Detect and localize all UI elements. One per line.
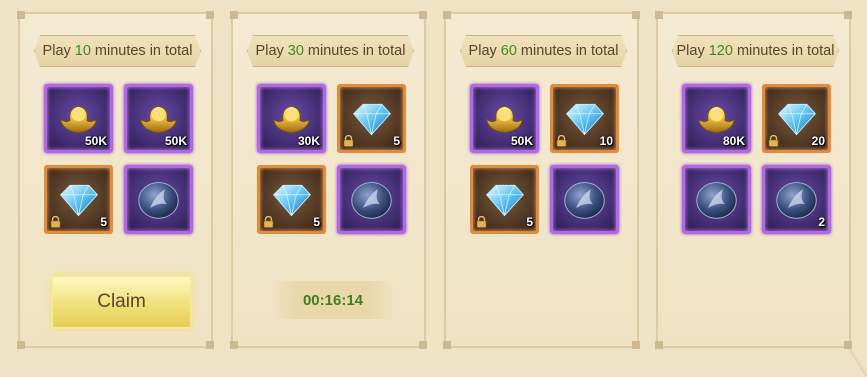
item-quantity: 5 <box>526 215 533 229</box>
minutes-value: 120 <box>708 43 733 59</box>
lock-icon <box>50 216 61 228</box>
reward-item-slot[interactable]: 10 <box>550 84 619 153</box>
title-suffix: minutes in total <box>94 43 193 59</box>
item-quantity: 50K <box>84 134 107 148</box>
panel-title: Play 60 minutes in total <box>460 35 627 67</box>
item-quantity: 20 <box>811 134 825 148</box>
title-suffix: minutes in total <box>307 43 406 59</box>
panel-title: Play 120 minutes in total <box>672 35 839 67</box>
reward-item-slot[interactable]: 5 <box>257 165 326 234</box>
panel-title: Play 10 minutes in total <box>34 35 201 67</box>
reward-item-slot[interactable]: 30K <box>257 84 326 153</box>
title-suffix: minutes in total <box>736 43 835 59</box>
reward-item-slot[interactable]: 5 <box>470 165 539 234</box>
reward-item-slot[interactable] <box>124 165 193 234</box>
title-prefix: Play <box>255 43 284 59</box>
item-quantity: 50K <box>164 134 187 148</box>
panel-title: Play 30 minutes in total <box>247 35 414 67</box>
lock-icon <box>556 135 567 147</box>
reward-item-slot[interactable]: 5 <box>44 165 113 234</box>
lock-icon <box>263 216 274 228</box>
item-quantity: 10 <box>599 134 613 148</box>
item-quantity: 50K <box>510 134 533 148</box>
countdown-timer: 00:16:14 <box>272 281 394 319</box>
item-quantity: 5 <box>393 134 400 148</box>
title-suffix: minutes in total <box>520 43 619 59</box>
lock-icon <box>343 135 354 147</box>
reward-item-slot[interactable]: 50K <box>124 84 193 153</box>
minutes-value: 10 <box>74 43 91 59</box>
reward-panel: Play 120 minutes in total 80K 20 2 <box>655 11 852 349</box>
reward-item-slot[interactable] <box>550 165 619 234</box>
minutes-value: 60 <box>500 43 517 59</box>
lock-icon <box>768 135 779 147</box>
title-prefix: Play <box>676 43 705 59</box>
title-prefix: Play <box>42 43 71 59</box>
reward-item-slot[interactable] <box>337 165 406 234</box>
item-quantity: 80K <box>722 134 745 148</box>
reward-panel: Play 60 minutes in total 50K 10 5 <box>443 11 640 349</box>
title-prefix: Play <box>468 43 497 59</box>
item-quantity: 5 <box>313 215 320 229</box>
item-quantity: 5 <box>100 215 107 229</box>
reward-item-slot[interactable]: 50K <box>470 84 539 153</box>
reward-item-slot[interactable]: 50K <box>44 84 113 153</box>
reward-item-slot[interactable] <box>682 165 751 234</box>
minutes-value: 30 <box>287 43 304 59</box>
item-quantity: 2 <box>818 215 825 229</box>
item-quantity: 30K <box>297 134 320 148</box>
reward-item-slot[interactable]: 20 <box>762 84 831 153</box>
claim-button[interactable]: Claim <box>51 275 192 329</box>
reward-item-slot[interactable]: 5 <box>337 84 406 153</box>
lock-icon <box>476 216 487 228</box>
reward-item-slot[interactable]: 2 <box>762 165 831 234</box>
reward-item-slot[interactable]: 80K <box>682 84 751 153</box>
